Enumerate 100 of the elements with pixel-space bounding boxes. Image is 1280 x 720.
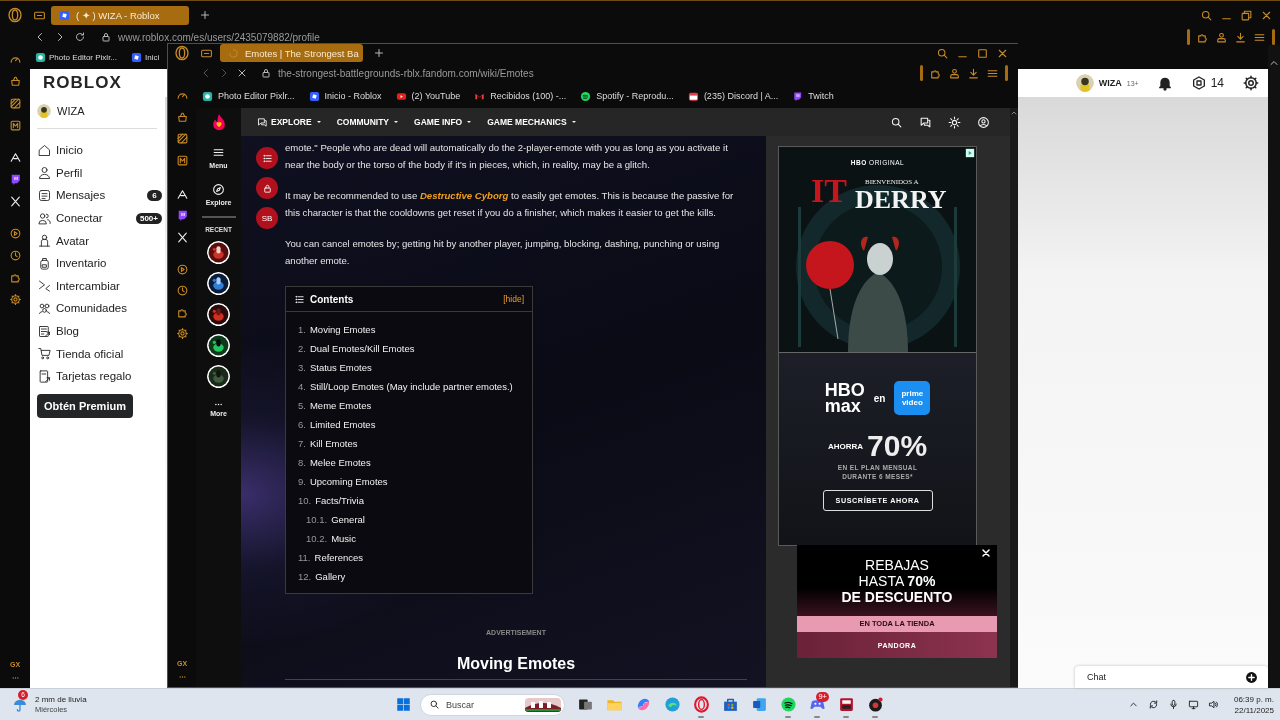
maximize-icon[interactable]: [976, 46, 989, 60]
nav-link[interactable]: Comunidades: [37, 297, 165, 320]
letter-square-icon[interactable]: [175, 153, 189, 167]
contents-link[interactable]: 10.1. General: [298, 510, 532, 529]
nav-link[interactable]: Intercambiar: [37, 274, 165, 298]
play-icon[interactable]: [8, 227, 22, 240]
contents-link[interactable]: 3. Status Emotes: [298, 358, 532, 377]
stop-icon[interactable]: [236, 67, 248, 79]
sync-icon[interactable]: [1147, 699, 1159, 710]
nav-menu[interactable]: EXPLORE: [257, 116, 323, 128]
bookmark-link[interactable]: (235) Discord | A...: [687, 90, 779, 102]
contents-link[interactable]: 4. Still/Loop Emotes (May include partner emotes.): [298, 377, 532, 396]
nav-link[interactable]: Tarjetas regalo: [37, 364, 165, 388]
contents-link[interactable]: 11. References: [298, 548, 532, 567]
search-icon[interactable]: [936, 46, 949, 60]
contents-link[interactable]: 8. Melee Emotes: [298, 453, 532, 472]
nav-link[interactable]: Conectar 500+: [37, 206, 165, 230]
bookmark-link[interactable]: Recibidos (100) -...: [474, 90, 567, 102]
currency-icon[interactable]: [1190, 75, 1207, 91]
user-button[interactable]: SB: [256, 207, 278, 229]
nav-menu[interactable]: GAME MECHANICS: [487, 117, 578, 127]
network-icon[interactable]: [1187, 699, 1199, 710]
bag-icon[interactable]: [175, 110, 189, 124]
clock-icon[interactable]: [175, 284, 189, 297]
contents-link[interactable]: 10. Facts/Trivia: [298, 491, 532, 510]
address-field[interactable]: the-strongest-battlegrounds-rblx.fandom.com/wiki/Emotes: [260, 67, 534, 79]
contents-link[interactable]: 9. Upcoming Emotes: [298, 472, 532, 491]
reload-icon[interactable]: [74, 31, 86, 43]
contents-link[interactable]: 10.2. Music: [298, 529, 532, 548]
letter-square-icon[interactable]: [8, 119, 22, 132]
browser-logo-icon[interactable]: [7, 7, 23, 23]
settings-icon[interactable]: [1242, 74, 1260, 92]
bookmark-link[interactable]: Spotify - Reprodu...: [580, 90, 674, 102]
clock[interactable]: 06:39 p. m. 22/11/2025: [1233, 693, 1274, 716]
nav-link[interactable]: Tienda oficial: [37, 342, 165, 365]
search-icon[interactable]: [1200, 8, 1213, 22]
cross-icon[interactable]: [175, 230, 189, 244]
lock-button[interactable]: [256, 177, 278, 199]
theme-icon[interactable]: [948, 115, 961, 129]
nav-link[interactable]: Avatar: [37, 229, 165, 252]
table-of-contents-button[interactable]: [256, 147, 278, 169]
puzzle-icon[interactable]: [8, 271, 22, 284]
premium-button[interactable]: Obtén Premium: [37, 393, 133, 418]
peak-icon[interactable]: [175, 187, 189, 201]
contents-link[interactable]: 5. Meme Emotes: [298, 396, 532, 415]
profile-icon[interactable]: [948, 66, 961, 80]
bookmark-link[interactable]: Photo Editor Pixlr...: [202, 90, 295, 102]
play-icon[interactable]: [175, 262, 189, 276]
start-icon[interactable]: [396, 697, 411, 712]
chat-bar[interactable]: Chat: [1075, 666, 1268, 688]
peak-icon[interactable]: [8, 151, 22, 164]
contents-link[interactable]: 7. Kill Emotes: [298, 434, 532, 453]
cross-icon[interactable]: [8, 195, 22, 208]
settings-icon[interactable]: [8, 293, 22, 306]
download-icon[interactable]: [1234, 30, 1247, 44]
add-icon[interactable]: [1245, 670, 1258, 684]
scrollbar[interactable]: [1010, 108, 1018, 687]
striped-square-icon[interactable]: [175, 132, 189, 145]
bookmark-link[interactable]: Inicio - Roblox: [308, 90, 382, 102]
clock-icon[interactable]: [8, 249, 22, 262]
account-icon[interactable]: [977, 115, 990, 129]
bookmark-link[interactable]: Twitch: [792, 90, 834, 102]
new-tab-icon[interactable]: [372, 47, 385, 59]
username[interactable]: WIZA: [1098, 78, 1122, 88]
discussions-icon[interactable]: [919, 115, 932, 129]
contents-link[interactable]: 12. Gallery: [298, 567, 532, 586]
nav-link[interactable]: Mensajes 6: [37, 184, 165, 207]
scrollbar[interactable]: [1268, 45, 1280, 688]
ad-info-icon[interactable]: [965, 148, 975, 158]
browser-tab[interactable]: Emotes | The Strongest Ba: [220, 44, 363, 62]
article-link[interactable]: Destructive Cyborg: [419, 190, 509, 201]
download-icon[interactable]: [967, 66, 980, 80]
browser-logo-icon[interactable]: [174, 45, 190, 61]
bookmark-link[interactable]: Inici: [131, 51, 160, 63]
contents-link[interactable]: 6. Limited Emotes: [298, 415, 532, 434]
contents-link[interactable]: 1. Moving Emotes: [298, 320, 532, 339]
microphone-icon[interactable]: [1167, 699, 1179, 710]
striped-square-icon[interactable]: [8, 97, 22, 110]
restore-icon[interactable]: [1240, 8, 1253, 22]
settings-icon[interactable]: [175, 327, 189, 340]
bookmark-link[interactable]: (2) YouTube: [395, 90, 461, 102]
bag-icon[interactable]: [8, 75, 22, 88]
nav-menu[interactable]: COMMUNITY: [336, 117, 401, 127]
nav-link[interactable]: Perfil: [37, 161, 165, 185]
bookmark-link[interactable]: Photo Editor Pixlr...: [35, 51, 118, 63]
username[interactable]: WIZA: [57, 105, 85, 117]
volume-icon[interactable]: [1207, 699, 1219, 710]
nav-menu[interactable]: GAME INFO: [414, 117, 474, 127]
search-icon[interactable]: [890, 115, 903, 129]
nav-link[interactable]: Inventario: [37, 251, 165, 275]
contents-link[interactable]: 2. Dual Emotes/Kill Emotes: [298, 339, 532, 358]
nav-link[interactable]: Inicio: [37, 139, 165, 162]
scroll-up-icon[interactable]: [1010, 109, 1018, 117]
close-icon[interactable]: [980, 547, 992, 559]
hide-link[interactable]: [hide]: [503, 294, 524, 304]
profile-icon[interactable]: [1215, 30, 1228, 44]
site-logo[interactable]: ROBLOX: [43, 73, 122, 93]
bell-icon[interactable]: [1156, 75, 1173, 91]
new-tab-icon[interactable]: [199, 9, 212, 21]
search-field[interactable]: Buscar: [420, 693, 565, 716]
